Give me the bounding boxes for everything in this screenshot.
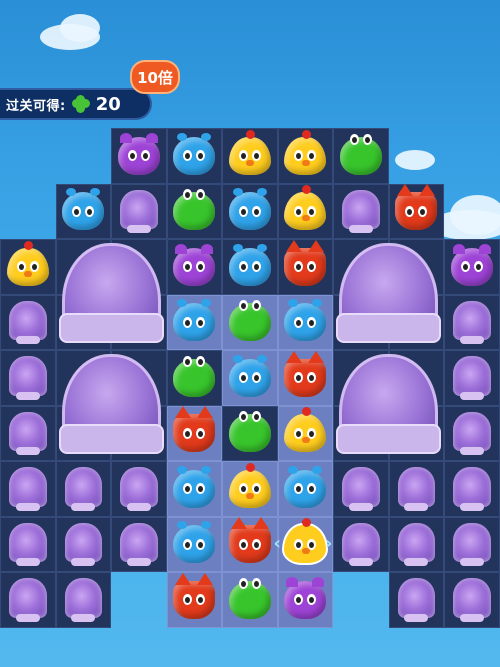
clover-icon (71, 95, 90, 113)
crystal-dome-blocker[interactable] (64, 578, 102, 621)
crystal-dome-blocker[interactable] (9, 300, 47, 344)
frog-piece[interactable] (173, 189, 216, 231)
hippo-piece[interactable] (284, 465, 327, 508)
fox-piece[interactable] (395, 184, 438, 231)
large-crystal-dome-blocker[interactable] (58, 243, 164, 343)
owl-piece[interactable] (284, 576, 327, 619)
crystal-dome-blocker[interactable] (453, 356, 491, 399)
crystal-dome-blocker[interactable] (397, 522, 435, 566)
frog-piece[interactable] (228, 577, 271, 619)
crystal-dome-blocker[interactable] (397, 578, 435, 621)
crystal-dome-blocker[interactable] (342, 189, 380, 233)
chick-piece[interactable] (284, 407, 327, 453)
reward-count: 20 (95, 93, 121, 115)
fox-piece[interactable] (173, 406, 216, 453)
swap-right-arrow-icon: › (325, 532, 333, 554)
hippo-piece[interactable] (228, 354, 271, 397)
fox-piece[interactable] (228, 517, 271, 564)
frog-piece[interactable] (228, 411, 271, 453)
hippo-piece[interactable] (173, 465, 216, 508)
crystal-dome-blocker[interactable] (453, 411, 491, 455)
dome-base (336, 313, 441, 343)
crystal-dome-blocker[interactable] (453, 300, 491, 344)
frog-piece[interactable] (228, 300, 271, 342)
hippo-piece[interactable] (173, 132, 216, 175)
crystal-dome-blocker[interactable] (453, 467, 491, 510)
dome-base (58, 424, 164, 454)
crystal-dome-blocker[interactable] (342, 522, 380, 566)
crystal-dome-blocker[interactable] (9, 522, 47, 566)
hippo-piece[interactable] (173, 299, 216, 342)
fox-piece[interactable] (284, 239, 327, 286)
swap-left-arrow-icon: ‹ (273, 532, 281, 554)
crystal-dome-blocker[interactable] (120, 467, 158, 510)
crystal-dome-blocker[interactable] (9, 578, 47, 621)
chick-piece[interactable] (284, 518, 327, 564)
chick-piece[interactable] (228, 462, 271, 508)
reward-label: 过关可得: (6, 98, 66, 114)
owl-piece[interactable] (117, 132, 160, 175)
crystal-dome-blocker[interactable] (64, 522, 102, 566)
dome-base (336, 424, 441, 454)
reward-panel: 过关可得: 20 (0, 88, 152, 120)
crystal-dome-blocker[interactable] (64, 467, 102, 510)
crystal-dome-blocker[interactable] (342, 467, 380, 510)
crystal-dome-blocker[interactable] (453, 522, 491, 566)
hippo-piece[interactable] (284, 299, 327, 342)
owl-piece[interactable] (173, 243, 216, 286)
hippo-piece[interactable] (228, 243, 271, 286)
crystal-dome-blocker[interactable] (120, 522, 158, 566)
owl-piece[interactable] (450, 243, 493, 286)
dome-base (58, 313, 164, 343)
frog-piece[interactable] (339, 133, 382, 175)
crystal-dome-blocker[interactable] (9, 467, 47, 510)
crystal-dome-blocker[interactable] (9, 356, 47, 399)
crystal-dome-blocker[interactable] (9, 411, 47, 455)
multiplier-badge: 10倍 (130, 60, 180, 94)
large-crystal-dome-blocker[interactable] (58, 354, 164, 454)
crystal-dome-blocker[interactable] (397, 467, 435, 510)
crystal-dome-blocker[interactable] (453, 578, 491, 621)
crystal-dome-blocker[interactable] (120, 189, 158, 233)
chick-piece[interactable] (284, 185, 327, 231)
chick-piece[interactable] (228, 129, 271, 175)
hippo-piece[interactable] (62, 188, 105, 231)
fox-piece[interactable] (284, 350, 327, 397)
chick-piece[interactable] (6, 240, 49, 286)
hippo-piece[interactable] (228, 188, 271, 231)
hippo-piece[interactable] (173, 521, 216, 564)
fox-piece[interactable] (173, 572, 216, 619)
frog-piece[interactable] (173, 355, 216, 397)
